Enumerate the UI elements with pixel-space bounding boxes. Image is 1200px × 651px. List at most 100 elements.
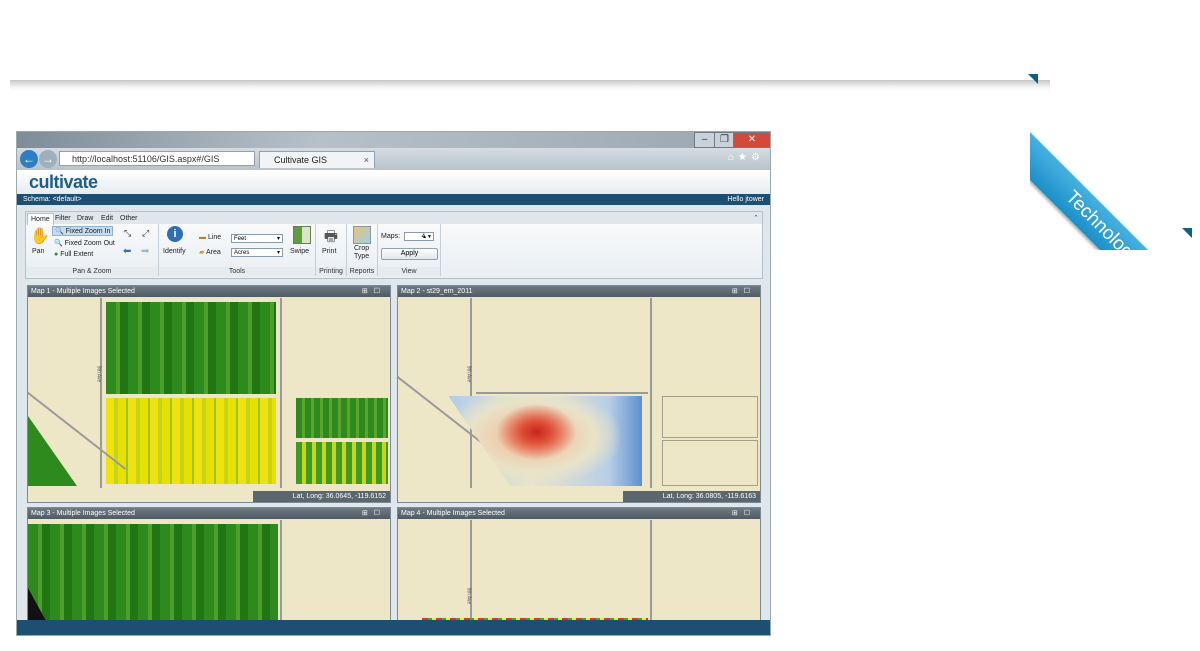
map-panel-header: Map 2 - st29_em_2011 ⊞☐ (398, 286, 760, 297)
map-panel-1[interactable]: Map 1 - Multiple Images Selected ⊞☐ 9th … (27, 285, 391, 503)
forward-icon[interactable]: → (39, 150, 57, 168)
schema-label: Schema: <default> (23, 196, 82, 203)
back-icon[interactable]: ← (20, 150, 38, 168)
ruler-icon: ▬ (199, 234, 206, 241)
minimize-icon[interactable]: – (694, 132, 715, 148)
area-icon: ▰ (199, 249, 205, 256)
group-view: Maps: 4 ▲▼ Apply View (378, 224, 441, 276)
app-body: Home Filter Draw Edit Other ⌃ ✋ Pan 🔍 Fi… (17, 205, 770, 635)
corner-ribbon: Technology (1030, 70, 1200, 250)
swipe-button[interactable]: Swipe (290, 248, 309, 255)
group-label-reports: Reports (347, 267, 377, 276)
map-panel-icons[interactable]: ⊞☐ (732, 508, 756, 519)
schema-bar: Schema: <default> Hello jtower (17, 194, 770, 205)
line-unit-value: Feet (234, 236, 247, 242)
app-footer-bar (17, 620, 770, 635)
swipe-icon[interactable] (293, 226, 311, 244)
tab-draw[interactable]: Draw (74, 213, 96, 224)
fixed-zoom-out-label: Fixed Zoom Out (64, 240, 115, 247)
app-screenshot: – ❐ ✕ ← → http://localhost:51106/GIS.asp… (16, 131, 771, 636)
ndvi-field-corner (28, 416, 77, 486)
road-vertical-2 (280, 298, 282, 488)
map-panel-header: Map 3 - Multiple Images Selected ⊞☐ (28, 508, 390, 519)
ndvi-field-yellow (106, 398, 276, 484)
map-panel-header: Map 1 - Multiple Images Selected ⊞☐ (28, 286, 390, 297)
ribbon-tabs: Home Filter Draw Edit Other ⌃ (26, 212, 762, 225)
fixed-zoom-in-label: Fixed Zoom In (65, 228, 111, 235)
tab-other[interactable]: Other (117, 213, 141, 224)
apply-button[interactable]: Apply (381, 248, 438, 260)
ndvi-field-right-bottom (296, 442, 388, 484)
map-panel-icons[interactable]: ⊞☐ (732, 286, 756, 297)
ndvi-field-green (106, 302, 276, 394)
chevron-down-icon: ▾ (276, 250, 280, 256)
road-label: 9th Ave (465, 365, 472, 383)
parcel-outline (662, 396, 758, 438)
map-panel-icons[interactable]: ⊞☐ (362, 286, 386, 297)
group-label-printing: Printing (316, 267, 346, 276)
identify-button[interactable]: Identify (163, 248, 186, 255)
fixed-zoom-in-button[interactable]: 🔍 Fixed Zoom In (52, 226, 114, 236)
group-tools: i Identify ▬ Line ▰ Area Feet ▾ Acres ▾ Sw… (159, 224, 316, 276)
line-unit-select[interactable]: Feet ▾ (231, 234, 283, 243)
previous-extent-icon[interactable]: ⬅ (123, 246, 131, 257)
area-button[interactable]: ▰ Area (199, 248, 221, 256)
line-label: Line (207, 234, 222, 241)
collapse-ribbon-icon[interactable]: ⌃ (750, 213, 762, 224)
zoom-extent-icon[interactable]: ⤡ (124, 228, 131, 239)
fixed-zoom-out-button[interactable]: 🔍 Fixed Zoom Out (54, 239, 115, 247)
road-vertical-2 (650, 520, 652, 635)
address-bar[interactable]: http://localhost:51106/GIS.aspx#/GIS (59, 151, 255, 166)
toolbar-ribbon: Home Filter Draw Edit Other ⌃ ✋ Pan 🔍 Fi… (25, 211, 763, 279)
road-vertical (100, 298, 102, 488)
map-panel-3[interactable]: Map 3 - Multiple Images Selected ⊞☐ (27, 507, 391, 635)
maps-count-label: Maps: (381, 233, 401, 240)
tab-edit[interactable]: Edit (98, 213, 116, 224)
full-extent-button[interactable]: ● Full Extent (54, 251, 93, 258)
close-tab-icon[interactable]: × (364, 152, 369, 169)
line-button[interactable]: ▬ Line (199, 234, 221, 241)
print-button[interactable]: Print (322, 248, 336, 255)
next-extent-icon[interactable]: ➡ (141, 246, 149, 257)
road-horizontal (476, 392, 648, 394)
user-greeting: Hello jtower (727, 196, 764, 203)
header-divider (10, 80, 1050, 91)
road-label: 9th Ave (465, 587, 472, 605)
globe-icon: ● (54, 251, 59, 258)
area-unit-select[interactable]: Acres ▾ (231, 248, 283, 257)
map-panel-2[interactable]: Map 2 - st29_em_2011 ⊞☐ 9th Ave Lat, Lon… (397, 285, 761, 503)
chevron-down-icon: ▾ (276, 236, 280, 242)
browser-toolbar-icons[interactable]: ⌂★⚙ (728, 152, 764, 163)
tab-filter[interactable]: Filter (52, 213, 74, 224)
group-label-pan-zoom: Pan & Zoom (26, 267, 158, 276)
map-title: Map 4 - Multiple Images Selected (401, 510, 505, 517)
ribbon-label: Technology (1030, 128, 1200, 250)
full-extent-label: Full Extent (60, 251, 94, 258)
crop-type-icon[interactable] (353, 226, 371, 244)
road-vertical-2 (650, 298, 652, 488)
pan-button[interactable]: Pan (32, 248, 44, 255)
map-grid: Map 1 - Multiple Images Selected ⊞☐ 9th … (27, 285, 761, 635)
ribbon-fold-right (1182, 228, 1192, 238)
map-panel-4[interactable]: Map 4 - Multiple Images Selected ⊞☐ 9th … (397, 507, 761, 635)
area-label: Area (205, 249, 221, 256)
crop-type-button-line1[interactable]: Crop (354, 245, 369, 252)
coords-readout: Lat, Long: 36.0645, -119.6152 (252, 491, 390, 502)
group-printing: 🖶 Print Printing (316, 224, 347, 276)
map-title: Map 2 - st29_em_2011 (401, 288, 473, 295)
browser-tab-title: Cultivate GIS (274, 155, 328, 165)
maximize-icon[interactable]: ❐ (714, 132, 735, 148)
ndvi-field-green (28, 524, 278, 624)
identify-icon[interactable]: i (167, 226, 183, 242)
zoom-fit-icon[interactable]: ⤢ (142, 228, 149, 239)
stepper-arrows-icon[interactable]: ▲▼ (422, 233, 432, 242)
maps-count-stepper[interactable]: 4 ▲▼ (404, 232, 434, 241)
area-unit-value: Acres (234, 250, 250, 256)
pan-hand-icon[interactable]: ✋ (30, 226, 50, 246)
group-pan-zoom: ✋ Pan 🔍 Fixed Zoom In 🔍 Fixed Zoom Out ●… (26, 224, 159, 276)
browser-tab[interactable]: Cultivate GIS × (259, 151, 375, 168)
road-label: 9th Ave (95, 365, 102, 383)
crop-type-button-line2[interactable]: Type (354, 253, 369, 260)
close-window-icon[interactable]: ✕ (733, 132, 770, 148)
map-panel-icons[interactable]: ⊞☐ (362, 508, 386, 519)
